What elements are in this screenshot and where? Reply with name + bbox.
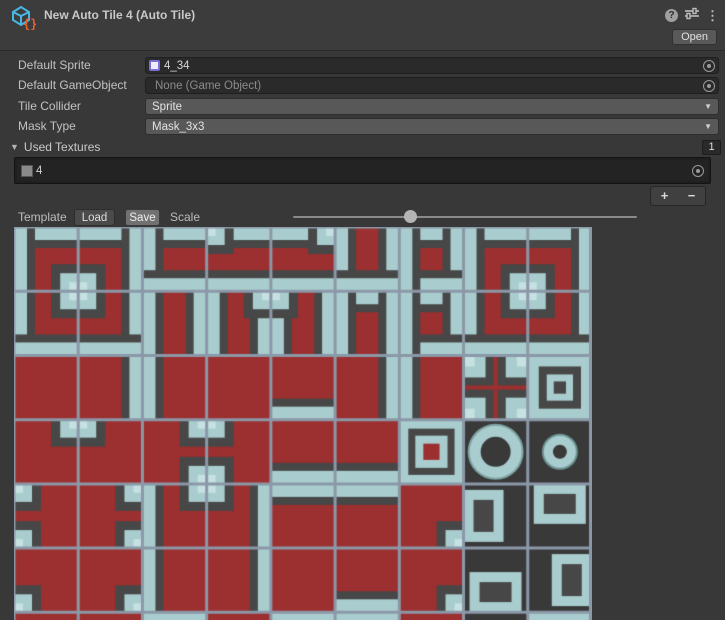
scale-slider-handle[interactable]: [404, 210, 417, 223]
texture-thumbnail-icon: [21, 165, 33, 177]
mask-type-label: Mask Type: [18, 118, 76, 135]
tile-collider-value: Sprite: [152, 101, 704, 113]
save-button[interactable]: Save: [125, 209, 160, 226]
tile-collider-label: Tile Collider: [18, 98, 81, 115]
add-button[interactable]: +: [651, 187, 678, 205]
kebab-menu-icon[interactable]: ⋮: [706, 9, 719, 22]
object-picker-icon[interactable]: [703, 60, 715, 72]
scriptable-object-icon: {}: [10, 4, 36, 30]
default-gameobject-value: None (Game Object): [155, 80, 703, 92]
mask-type-dropdown[interactable]: Mask_3x3 ▼: [145, 118, 719, 135]
array-size-field[interactable]: 1: [702, 140, 721, 155]
sprite-icon: [149, 60, 160, 71]
template-label: Template: [18, 210, 67, 224]
list-add-remove-box: + −: [650, 186, 706, 206]
default-gameobject-field[interactable]: None (Game Object): [145, 77, 719, 94]
chevron-down-icon: ▼: [704, 122, 712, 131]
default-gameobject-label: Default GameObject: [18, 77, 127, 94]
remove-button[interactable]: −: [678, 187, 705, 205]
used-textures-label: Used Textures: [24, 140, 100, 154]
asset-title: New Auto Tile 4 (Auto Tile): [44, 8, 195, 22]
help-icon[interactable]: ?: [665, 9, 678, 22]
object-picker-icon[interactable]: [703, 80, 715, 92]
default-sprite-label: Default Sprite: [18, 57, 91, 74]
used-textures-list: 4: [14, 157, 711, 184]
tileset-preview[interactable]: [14, 227, 592, 620]
scale-label: Scale: [170, 210, 200, 224]
used-textures-foldout[interactable]: ▼ Used Textures: [10, 140, 100, 154]
foldout-triangle-icon: ▼: [10, 142, 19, 152]
tile-collider-dropdown[interactable]: Sprite ▼: [145, 98, 719, 115]
default-sprite-value: 4_34: [164, 60, 703, 72]
default-sprite-field[interactable]: 4_34: [145, 57, 719, 74]
scale-slider-track[interactable]: [293, 216, 637, 218]
open-button[interactable]: Open: [672, 29, 717, 45]
list-item[interactable]: 4: [17, 160, 708, 181]
presets-icon[interactable]: [685, 7, 699, 23]
texture-name: 4: [36, 165, 692, 177]
mask-type-value: Mask_3x3: [152, 121, 704, 133]
load-button[interactable]: Load: [74, 209, 115, 226]
svg-text:{}: {}: [23, 17, 36, 30]
chevron-down-icon: ▼: [704, 102, 712, 111]
object-picker-icon[interactable]: [692, 165, 704, 177]
